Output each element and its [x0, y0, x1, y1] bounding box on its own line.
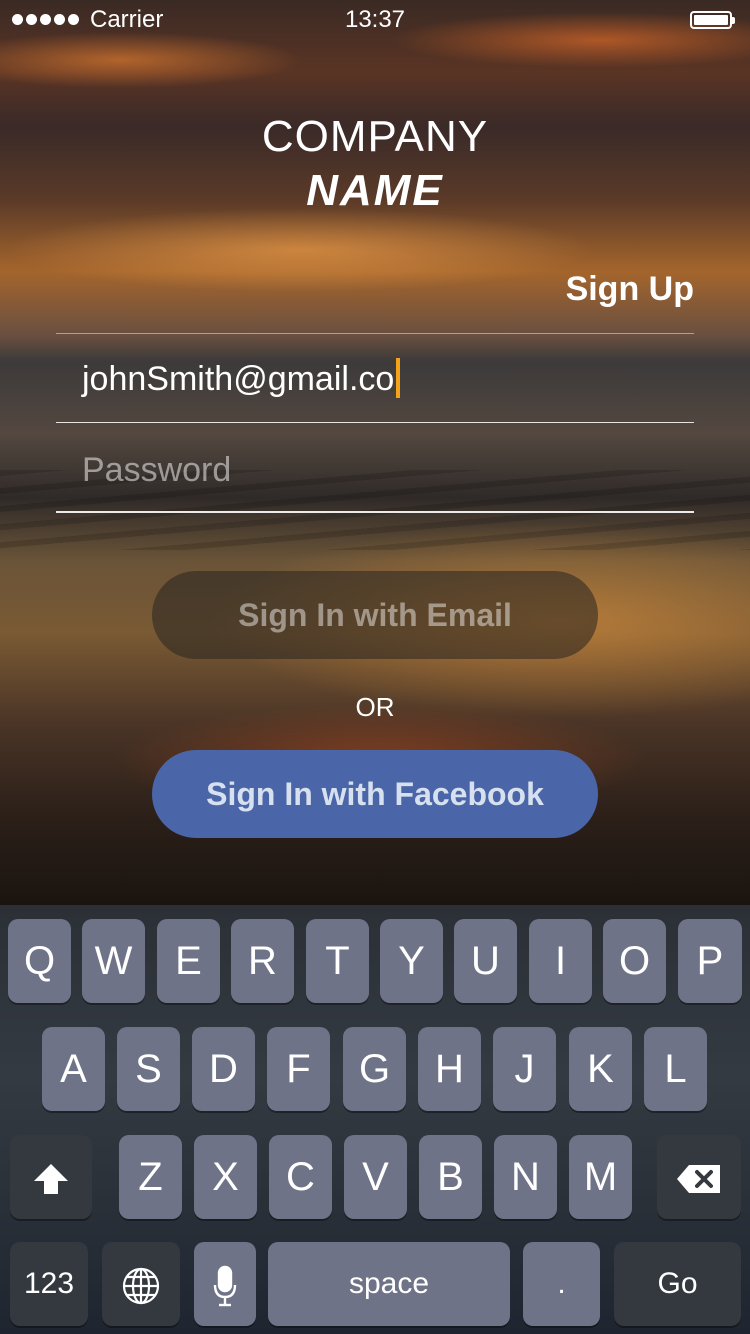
key-l[interactable]: L [644, 1027, 707, 1111]
brand-company: COMPANY [261, 112, 489, 161]
text-cursor [396, 358, 401, 398]
email-input-value: johnSmith@gmail.co [82, 358, 401, 399]
key-r[interactable]: R [231, 919, 294, 1003]
key-s[interactable]: S [117, 1027, 180, 1111]
key-u[interactable]: U [454, 919, 517, 1003]
key-n[interactable]: N [494, 1135, 557, 1219]
password-field[interactable]: Password [56, 423, 694, 513]
shift-icon [34, 1164, 68, 1195]
key-d[interactable]: D [192, 1027, 255, 1111]
battery-icon [690, 11, 735, 29]
key-i[interactable]: I [529, 919, 592, 1003]
go-key[interactable]: Go [614, 1242, 741, 1326]
clock: 13:37 [344, 6, 406, 33]
key-j[interactable]: J [493, 1027, 556, 1111]
key-m[interactable]: M [569, 1135, 632, 1219]
microphone-icon [213, 1266, 237, 1307]
key-g[interactable]: G [343, 1027, 406, 1111]
key-t[interactable]: T [306, 919, 369, 1003]
or-divider-label: OR [355, 692, 395, 722]
key-e[interactable]: E [157, 919, 220, 1003]
email-field[interactable]: johnSmith@gmail.co [56, 333, 694, 423]
keyboard: Q W E R T Y U I O P A S D F G H J K L Z … [0, 905, 750, 1334]
key-z[interactable]: Z [119, 1135, 182, 1219]
key-y[interactable]: Y [380, 919, 443, 1003]
brand-name: NAME [306, 166, 444, 215]
key-f[interactable]: F [267, 1027, 330, 1111]
key-w[interactable]: W [82, 919, 145, 1003]
key-v[interactable]: V [344, 1135, 407, 1219]
delete-key[interactable] [657, 1135, 741, 1219]
key-k[interactable]: K [569, 1027, 632, 1111]
password-placeholder: Password [82, 451, 232, 489]
globe-icon [122, 1268, 160, 1305]
delete-icon [677, 1165, 720, 1194]
microphone-key[interactable] [194, 1242, 256, 1326]
status-bar: Carrier 13:37 [0, 0, 750, 40]
key-a[interactable]: A [42, 1027, 105, 1111]
key-p[interactable]: P [678, 919, 742, 1003]
key-o[interactable]: O [603, 919, 666, 1003]
period-key[interactable]: . [523, 1242, 600, 1326]
space-key[interactable]: space [268, 1242, 510, 1326]
globe-key[interactable] [102, 1242, 180, 1326]
key-q[interactable]: Q [8, 919, 71, 1003]
key-b[interactable]: B [419, 1135, 482, 1219]
key-x[interactable]: X [194, 1135, 257, 1219]
sign-in-facebook-button[interactable]: Sign In with Facebook [152, 750, 598, 838]
sign-up-link[interactable]: Sign Up [566, 270, 694, 309]
sign-in-email-button[interactable]: Sign In with Email [152, 571, 598, 659]
key-h[interactable]: H [418, 1027, 481, 1111]
shift-key[interactable] [10, 1135, 92, 1219]
numbers-key[interactable]: 123 [10, 1242, 88, 1326]
key-c[interactable]: C [269, 1135, 332, 1219]
